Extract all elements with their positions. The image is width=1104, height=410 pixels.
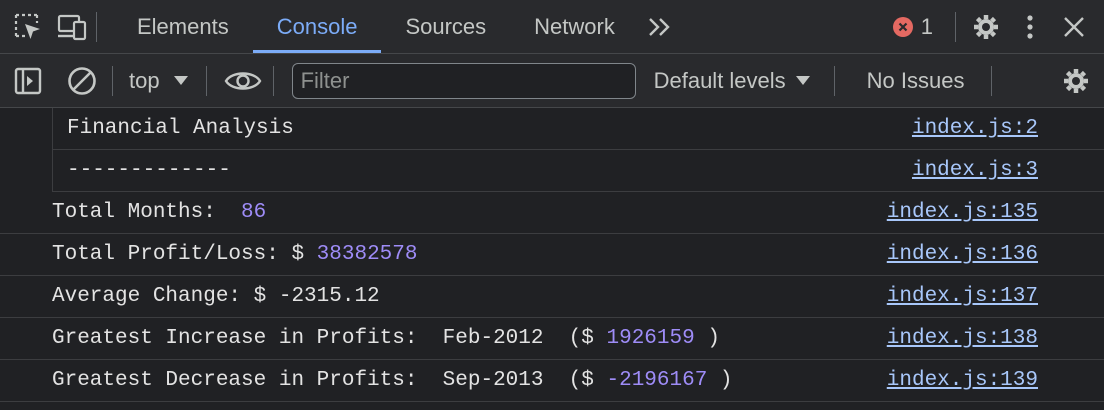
tab-sources[interactable]: Sources	[381, 0, 510, 53]
context-selector[interactable]: top	[121, 68, 198, 94]
source-link[interactable]: index.js:135	[887, 201, 1038, 224]
device-toggle-icon[interactable]	[50, 0, 94, 53]
issues-counter[interactable]: No Issues	[867, 68, 965, 94]
console-message: Total Profit/Loss: $ 38382578 index.js:1…	[0, 234, 1104, 276]
source-link[interactable]: index.js:139	[887, 369, 1038, 392]
divider	[990, 65, 992, 96]
source-link[interactable]: index.js:137	[887, 285, 1038, 308]
divider	[272, 65, 274, 96]
tabbar-actions: 1	[892, 0, 1104, 53]
tab-elements[interactable]: Elements	[113, 0, 253, 53]
source-link[interactable]: index.js:3	[912, 159, 1038, 182]
divider	[205, 65, 207, 96]
sidebar-toggle-icon[interactable]	[6, 54, 50, 107]
console-message: Greatest Increase in Profits: Feb-2012 (…	[0, 318, 1104, 360]
message-number: 38382578	[316, 243, 418, 266]
message-text: Average Change: $ -2315.12	[52, 285, 380, 308]
live-expression-eye-icon[interactable]	[221, 54, 265, 107]
close-icon[interactable]	[1052, 0, 1096, 53]
dropdown-triangle-icon	[795, 76, 810, 85]
error-count: 1	[920, 13, 933, 39]
message-number: 86	[241, 201, 267, 224]
more-tabs-chevron-icon[interactable]	[639, 0, 681, 53]
message-label: Greatest Increase in Profits: Feb-2012 (…	[52, 327, 607, 350]
tab-network[interactable]: Network	[510, 0, 639, 53]
clear-console-icon[interactable]	[60, 54, 104, 107]
more-options-icon[interactable]	[1008, 0, 1052, 53]
inspect-element-icon[interactable]	[6, 0, 50, 53]
console-settings-gear-icon[interactable]	[1054, 54, 1098, 107]
divider	[96, 11, 97, 42]
console-message: Greatest Decrease in Profits: Sep-2013 (…	[0, 360, 1104, 402]
message-text: Greatest Increase in Profits: Feb-2012 (…	[52, 327, 720, 350]
message-number: 1926159	[606, 327, 695, 350]
log-levels-dropdown[interactable]: Default levels	[654, 68, 810, 94]
filter-input[interactable]: Filter	[291, 62, 636, 99]
source-link[interactable]: index.js:136	[887, 243, 1038, 266]
context-label: top	[129, 67, 160, 93]
message-number: -2196167	[606, 369, 708, 392]
error-icon	[892, 16, 913, 37]
console-toolbar: top Filter Default levels No Issues	[0, 54, 1104, 108]
source-link[interactable]: index.js:138	[887, 327, 1038, 350]
console-output: Financial Analysis index.js:2 ----------…	[0, 108, 1104, 402]
message-text: Greatest Decrease in Profits: Sep-2013 (…	[52, 369, 733, 392]
message-text: Financial Analysis	[67, 117, 294, 140]
log-levels-label: Default levels	[653, 67, 786, 93]
message-text: -------------	[67, 159, 231, 182]
console-message: Total Months: 86 index.js:135	[0, 192, 1104, 234]
console-message: Financial Analysis index.js:2	[52, 108, 1104, 150]
source-link[interactable]: index.js:2	[912, 117, 1038, 140]
message-label: Greatest Decrease in Profits: Sep-2013 (…	[52, 369, 607, 392]
tab-console[interactable]: Console	[252, 0, 382, 53]
panel-tabs: Elements Console Sources Network	[113, 0, 639, 53]
filter-placeholder: Filter	[300, 67, 350, 93]
message-suffix: )	[694, 327, 720, 350]
message-text: Total Profit/Loss: $ 38382578	[52, 243, 417, 266]
message-label: Total Profit/Loss: $	[52, 243, 317, 266]
message-suffix: )	[707, 369, 733, 392]
divider	[833, 65, 835, 96]
console-message: Average Change: $ -2315.12 index.js:137	[0, 276, 1104, 318]
divider	[112, 65, 113, 96]
error-count-badge[interactable]: 1	[892, 13, 933, 40]
message-text: Total Months: 86	[52, 201, 266, 224]
message-label: Total Months:	[52, 201, 242, 224]
devtools-tabbar: Elements Console Sources Network 1	[0, 0, 1104, 54]
console-message: ------------- index.js:3	[52, 150, 1104, 192]
settings-gear-icon[interactable]	[964, 0, 1008, 53]
dropdown-triangle-icon	[173, 76, 188, 85]
divider	[955, 11, 956, 42]
